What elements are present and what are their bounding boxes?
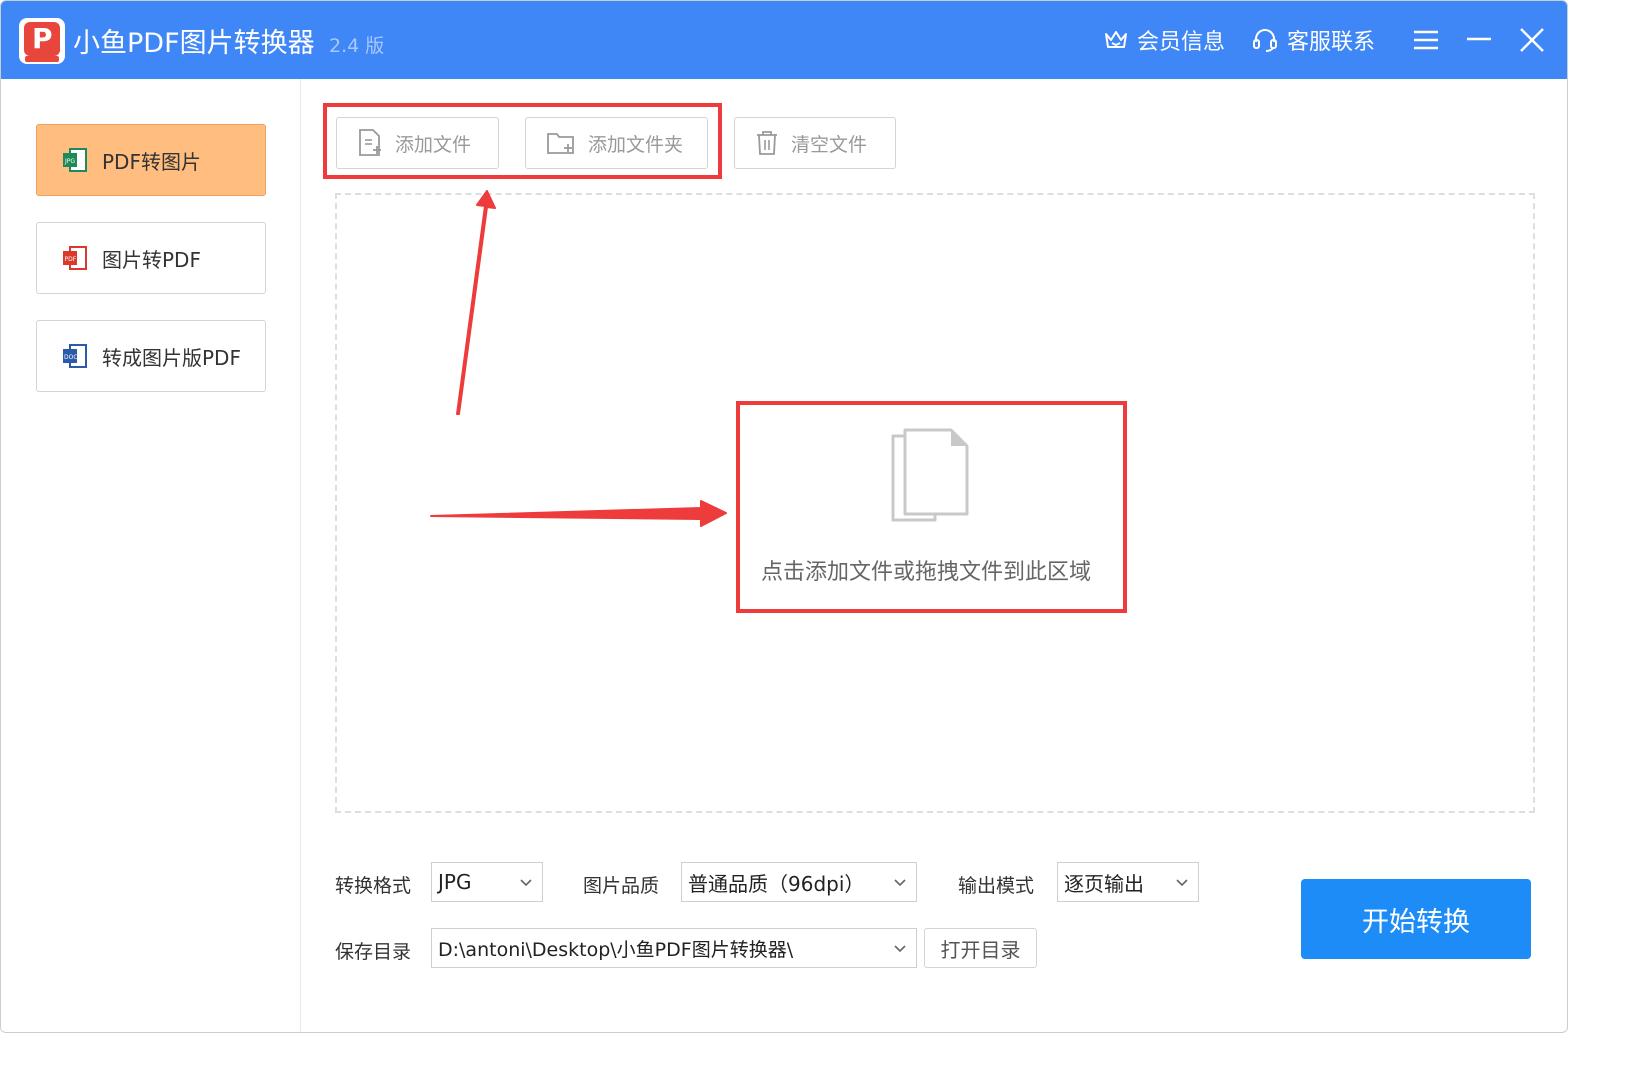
minimize-icon[interactable]	[1464, 25, 1494, 55]
format-select[interactable]: JPG	[431, 862, 543, 902]
sidebar-item-image-to-pdf[interactable]: PDF 图片转PDF	[36, 222, 266, 294]
format-label: 转换格式	[335, 875, 412, 897]
crown-icon	[1105, 31, 1127, 48]
svg-text:DOC: DOC	[64, 354, 78, 361]
app-title: 小鱼PDF图片转换器	[73, 28, 315, 59]
headset-icon	[1253, 29, 1277, 52]
clear-files-button[interactable]: 清空文件	[734, 117, 896, 169]
toolbar-highlight-box	[323, 103, 722, 179]
pdf-file-icon: PDF	[63, 246, 87, 270]
format-value: JPG	[438, 870, 472, 894]
jpg-file-icon: JPG	[63, 148, 87, 172]
customer-service-button[interactable]: 客服联系	[1251, 23, 1375, 57]
member-info-label: 会员信息	[1137, 30, 1226, 55]
open-dir-button[interactable]: 打开目录	[924, 928, 1037, 968]
save-dir-select[interactable]: D:\antoni\Desktop\小鱼PDF图片转换器\	[431, 928, 917, 968]
dropzone-highlight-box	[736, 401, 1127, 613]
start-convert-button[interactable]: 开始转换	[1301, 879, 1531, 959]
clear-files-label: 清空文件	[791, 133, 868, 156]
app-window: P 小鱼PDF图片转换器 2.4 版 会员信息 客服联系 JPG PDF转图片 …	[0, 0, 1568, 1033]
quality-select[interactable]: 普通品质（96dpi）	[681, 862, 917, 902]
title-bar[interactable]: P 小鱼PDF图片转换器 2.4 版 会员信息 客服联系	[1, 1, 1567, 79]
output-mode-value: 逐页输出	[1064, 871, 1144, 896]
sidebar-item-label: 图片转PDF	[102, 247, 201, 272]
output-mode-label: 输出模式	[958, 875, 1035, 897]
trash-icon	[757, 131, 777, 155]
chevron-down-icon	[520, 879, 532, 887]
pdf-logo-icon: P	[19, 18, 65, 64]
annotation-arrows	[430, 190, 727, 527]
save-dir-value: D:\antoni\Desktop\小鱼PDF图片转换器\	[438, 938, 794, 961]
quality-value: 普通品质（96dpi）	[688, 871, 865, 896]
app-version: 2.4 版	[329, 35, 385, 57]
menu-icon[interactable]	[1411, 25, 1441, 55]
chevron-down-icon	[1176, 879, 1188, 887]
svg-text:PDF: PDF	[65, 256, 77, 263]
svg-text:JPG: JPG	[64, 158, 75, 165]
sidebar-item-pdf-to-image[interactable]: JPG PDF转图片	[36, 124, 266, 196]
sidebar-item-label: 转成图片版PDF	[102, 345, 241, 370]
chevron-down-icon	[894, 879, 906, 887]
member-info-button[interactable]: 会员信息	[1103, 23, 1225, 57]
sidebar-item-image-pdf[interactable]: DOC 转成图片版PDF	[36, 320, 266, 392]
sidebar: JPG PDF转图片 PDF 图片转PDF DOC 转成图片版PDF	[1, 79, 301, 1032]
chevron-down-icon	[894, 945, 906, 953]
sidebar-item-label: PDF转图片	[102, 149, 201, 174]
quality-label: 图片品质	[583, 875, 660, 897]
doc-file-icon: DOC	[63, 344, 87, 368]
customer-service-label: 客服联系	[1287, 30, 1376, 55]
output-mode-select[interactable]: 逐页输出	[1057, 862, 1199, 902]
save-dir-label: 保存目录	[335, 941, 412, 963]
close-icon[interactable]	[1517, 25, 1547, 55]
